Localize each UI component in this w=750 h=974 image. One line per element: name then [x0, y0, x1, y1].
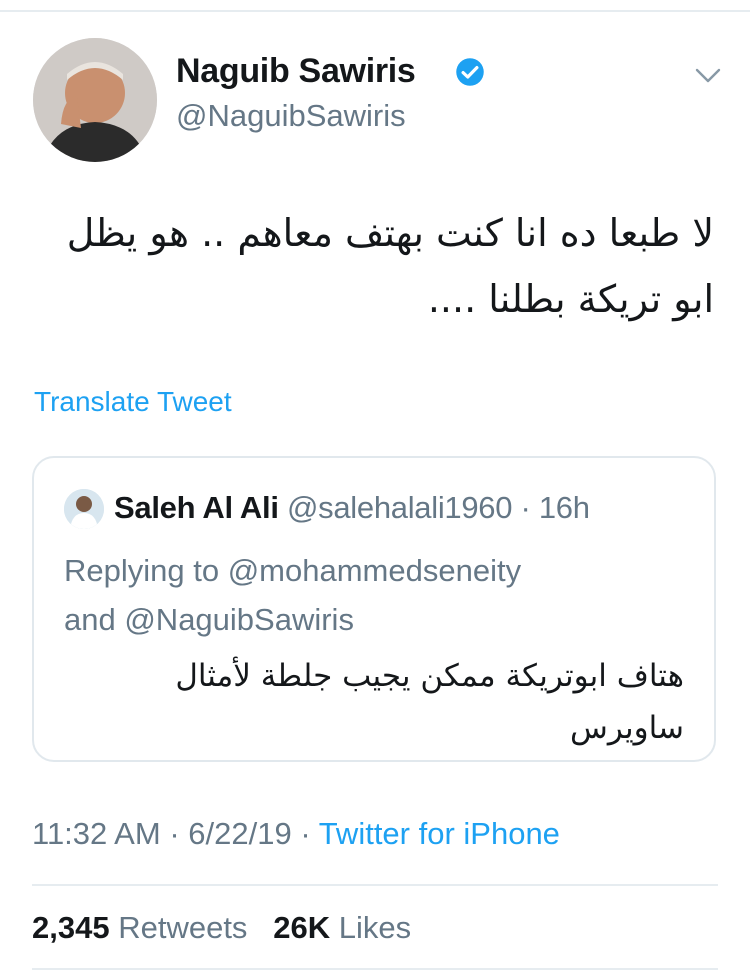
top-divider: [0, 10, 750, 12]
quoted-author-avatar: [64, 489, 104, 529]
verified-badge-icon: [456, 58, 484, 86]
tweet-date: 6/22/19: [188, 816, 292, 851]
tweet-text-line: لا طبعا ده انا كنت بهتف معاهم .. هو يظل: [66, 211, 714, 255]
quoted-text-line: ساويرس: [570, 710, 684, 746]
quoted-author-handle: @salehalali1960: [286, 490, 513, 525]
quoted-text-line: هتاف ابوتريكة ممكن يجيب جلطة لأمثال: [175, 658, 684, 694]
tweet-time: 11:32 AM: [32, 816, 161, 851]
author-avatar[interactable]: [33, 38, 157, 162]
quoted-text: هتاف ابوتريكة ممكن يجيب جلطة لأمثال ساوي…: [64, 650, 684, 754]
author-handle[interactable]: @NaguibSawiris: [176, 98, 406, 134]
replying-to-line: and @NaguibSawiris: [64, 602, 354, 637]
quoted-header: Saleh Al Ali @salehalali1960 · 16h: [114, 490, 590, 526]
chevron-down-icon[interactable]: [694, 66, 722, 86]
likes-label: Likes: [338, 910, 412, 945]
tweet-text: لا طبعا ده انا كنت بهتف معاهم .. هو يظل …: [24, 200, 714, 332]
stats-divider-bottom: [32, 968, 718, 970]
tweet-source-link[interactable]: Twitter for iPhone: [319, 816, 560, 851]
tweet-metadata: 11:32 AM · 6/22/19 · Twitter for iPhone: [32, 816, 560, 852]
meta-separator: ·: [300, 816, 319, 851]
quoted-tweet-card[interactable]: Saleh Al Ali @salehalali1960 · 16h Reply…: [32, 456, 716, 762]
tweet-text-line: ابو تريكة بطلنا ....: [427, 277, 714, 321]
author-name[interactable]: Naguib Sawiris: [176, 52, 416, 91]
engagement-stats: 2,345 Retweets 26K Likes: [32, 910, 411, 946]
quoted-author-name: Saleh Al Ali: [114, 490, 279, 525]
likes-stat[interactable]: 26K Likes: [273, 910, 411, 945]
quoted-separator: ·: [512, 490, 539, 525]
retweets-stat[interactable]: 2,345 Retweets: [32, 910, 247, 945]
likes-count: 26K: [273, 910, 331, 945]
quoted-time: 16h: [538, 490, 590, 525]
replying-to-line: Replying to @mohammedseneity: [64, 553, 522, 588]
stats-divider-top: [32, 884, 718, 886]
retweets-count: 2,345: [32, 910, 110, 945]
meta-separator: ·: [169, 816, 189, 851]
translate-tweet-link[interactable]: Translate Tweet: [34, 386, 232, 418]
retweets-label: Retweets: [118, 910, 248, 945]
replying-to: Replying to @mohammedseneity and @Naguib…: [64, 546, 684, 644]
